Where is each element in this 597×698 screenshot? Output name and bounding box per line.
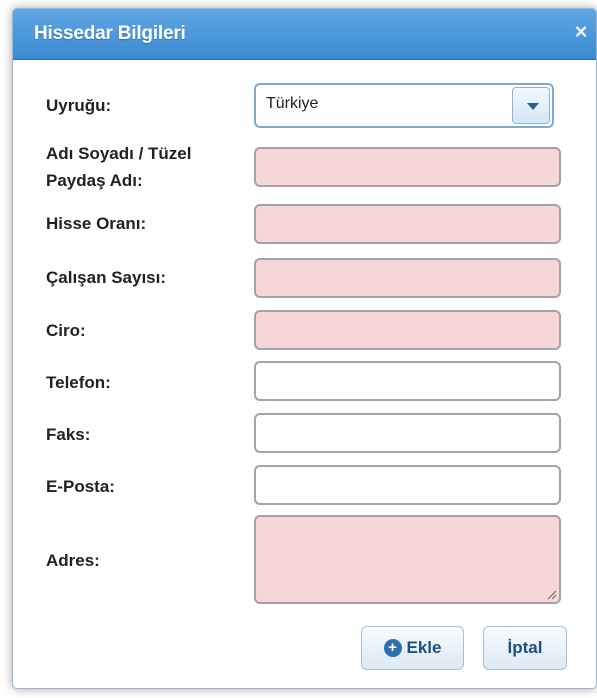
email-input[interactable] [254, 465, 561, 505]
plus-circle-icon: + [383, 639, 402, 657]
chevron-down-icon [527, 103, 539, 110]
share-ratio-input[interactable] [254, 204, 561, 244]
fax-input[interactable] [254, 413, 561, 453]
name-label-line1: Adı Soyadı / Tüzel [46, 144, 192, 163]
add-button[interactable]: + Ekle [361, 626, 464, 670]
nationality-label: Uyruğu: [46, 96, 112, 115]
turnover-label: Ciro: [46, 321, 86, 340]
dialog-title: Hissedar Bilgileri [34, 23, 186, 44]
cancel-button-label: İptal [507, 638, 543, 657]
resize-grip-icon[interactable] [545, 588, 557, 600]
phone-input[interactable] [254, 361, 561, 401]
nationality-select[interactable]: Türkiye [254, 83, 554, 128]
name-label-line2: Paydaş Adı: [46, 171, 143, 190]
nationality-selected-value: Türkiye [266, 95, 319, 112]
employees-input[interactable] [254, 258, 561, 298]
nationality-dropdown-button[interactable] [512, 87, 550, 124]
address-textarea[interactable] [254, 515, 561, 604]
dialog-titlebar[interactable]: Hissedar Bilgileri × [13, 9, 596, 60]
email-label: E-Posta: [46, 477, 115, 496]
employees-label: Çalışan Sayısı: [46, 268, 167, 287]
fax-label: Faks: [46, 425, 91, 444]
turnover-input[interactable] [254, 310, 561, 350]
address-label: Adres: [46, 551, 100, 570]
share-ratio-label: Hisse Oranı: [46, 214, 147, 233]
shareholder-dialog: Hissedar Bilgileri × Uyruğu: Türkiye Adı… [12, 8, 597, 689]
cancel-button[interactable]: İptal [483, 626, 567, 670]
phone-label: Telefon: [46, 373, 111, 392]
close-icon[interactable]: × [570, 21, 592, 43]
name-input[interactable] [254, 147, 561, 187]
add-button-label: Ekle [406, 638, 442, 657]
